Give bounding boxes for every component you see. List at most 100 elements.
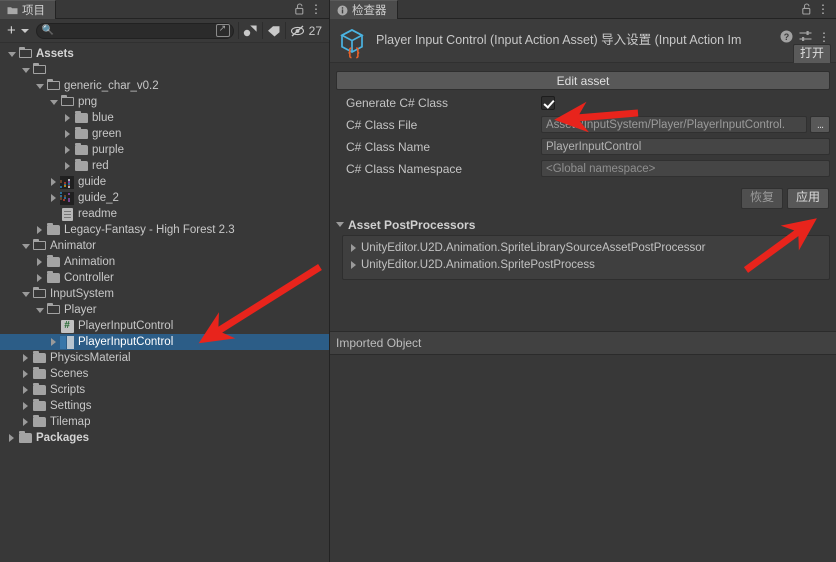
chevron-right-icon[interactable] <box>20 354 31 362</box>
chevron-right-icon[interactable] <box>20 386 31 394</box>
tree-row-png[interactable]: png <box>0 94 329 110</box>
chevron-down-icon[interactable] <box>20 243 31 249</box>
lock-open-icon[interactable] <box>802 3 812 15</box>
generate-csharp-class-checkbox[interactable] <box>541 95 555 110</box>
label-tag-icon[interactable] <box>264 22 284 40</box>
field-label: C# Class Name <box>346 139 431 154</box>
tree-row-player[interactable]: Player <box>0 302 329 318</box>
save-search-icon[interactable] <box>215 23 230 37</box>
tree-row-guide-2[interactable]: guide_2 <box>0 190 329 206</box>
tree-row-icon <box>59 335 75 349</box>
chevron-down-icon[interactable] <box>20 67 31 73</box>
chevron-right-icon[interactable] <box>48 194 59 202</box>
kebab-menu-icon[interactable]: ⋮ <box>310 3 322 15</box>
tree-row-animator[interactable]: Animator <box>0 238 329 254</box>
inspector-header-icons: ? ⋮ <box>780 25 830 43</box>
chevron-right-icon[interactable] <box>48 338 59 346</box>
input-action-asset-icon <box>60 335 74 349</box>
tree-row-assets[interactable]: Assets <box>0 46 329 62</box>
csharp-class-namespace-input[interactable]: <Global namespace> <box>541 160 830 177</box>
eye-crossed-icon[interactable] <box>287 22 309 40</box>
csharp-class-name-input[interactable]: PlayerInputControl <box>541 138 830 155</box>
tree-row-legacy-fantasy-high-forest-2-3[interactable]: Legacy-Fantasy - High Forest 2.3 <box>0 222 329 238</box>
tree-row-scripts[interactable]: Scripts <box>0 382 329 398</box>
project-asset-tree[interactable]: Assets generic_char_v0.2 png blue green purpl… <box>0 43 329 562</box>
folder-closed-icon <box>32 399 46 411</box>
tree-row-label: readme <box>78 208 117 220</box>
tree-row-purple[interactable]: purple <box>0 142 329 158</box>
tree-row-icon <box>31 383 47 395</box>
asset-postprocessors-title: Asset PostProcessors <box>348 217 476 232</box>
chevron-down-icon[interactable] <box>34 83 45 89</box>
chevron-down-icon[interactable] <box>6 51 17 57</box>
chevron-right-icon[interactable] <box>62 130 73 138</box>
postprocessor-item[interactable]: UnityEditor.U2D.Animation.SpriteLibraryS… <box>343 240 829 257</box>
tree-row-animation[interactable]: Animation <box>0 254 329 270</box>
postprocessor-item[interactable]: UnityEditor.U2D.Animation.SpritePostProc… <box>343 257 829 274</box>
chevron-down-icon[interactable] <box>20 291 31 297</box>
tree-row-inputsystem[interactable]: InputSystem <box>0 286 329 302</box>
tree-row-label: PhysicsMaterial <box>50 352 131 364</box>
lock-open-icon[interactable] <box>295 3 305 15</box>
kebab-menu-icon[interactable]: ⋮ <box>817 3 829 15</box>
tree-row-icon <box>59 95 75 107</box>
tree-row-blue[interactable]: blue <box>0 110 329 126</box>
revert-button[interactable]: 恢复 <box>740 188 783 209</box>
asset-postprocessors-header[interactable]: Asset PostProcessors <box>336 218 836 232</box>
tree-row-packages[interactable]: Packages <box>0 430 329 446</box>
chevron-right-icon[interactable] <box>351 244 356 253</box>
tab-project[interactable]: 项目 <box>0 0 56 19</box>
chevron-right-icon[interactable] <box>351 261 356 270</box>
tree-row-icon <box>31 63 47 75</box>
tree-row-readme[interactable]: readme <box>0 206 329 222</box>
chevron-right-icon[interactable] <box>62 146 73 154</box>
chevron-right-icon[interactable] <box>6 434 17 442</box>
tree-row-red[interactable]: red <box>0 158 329 174</box>
tree-row-icon <box>31 287 47 299</box>
tree-row-label: PlayerInputControl <box>78 320 174 332</box>
tree-row-label: purple <box>92 144 124 156</box>
search-input[interactable] <box>42 24 216 37</box>
apply-button[interactable]: 应用 <box>786 188 829 209</box>
chevron-right-icon[interactable] <box>20 418 31 426</box>
tree-row-guide[interactable]: guide <box>0 174 329 190</box>
kebab-menu-icon[interactable]: ⋮ <box>818 31 830 43</box>
tree-row-icon <box>45 303 61 315</box>
tree-row-controller[interactable]: Controller <box>0 270 329 286</box>
search-field-wrapper[interactable]: 🔍 <box>35 22 234 39</box>
tree-row-playerinputcontrol[interactable]: # PlayerInputControl <box>0 318 329 334</box>
chevron-right-icon[interactable] <box>48 178 59 186</box>
help-circle-icon[interactable]: ? <box>780 30 793 43</box>
tree-row-generic-char-v0-2[interactable]: generic_char_v0.2 <box>0 78 329 94</box>
preset-settings-icon[interactable] <box>799 30 812 43</box>
chevron-right-icon[interactable] <box>62 162 73 170</box>
tree-row-icon <box>45 271 61 283</box>
open-button[interactable]: 打开 <box>792 44 831 65</box>
chevron-right-icon[interactable] <box>20 402 31 410</box>
chevron-right-icon[interactable] <box>62 114 73 122</box>
inspector-panel: 检查器 ⋮ Player Input Control (Input Action… <box>330 0 836 562</box>
csharp-class-file-input[interactable]: Assets/InputSystem/Player/PlayerInputCon… <box>541 116 807 133</box>
chevron-down-icon[interactable] <box>34 307 45 313</box>
type-filter-icon[interactable] <box>240 22 261 40</box>
chevron-right-icon[interactable] <box>34 258 45 266</box>
tree-row-settings[interactable]: Settings <box>0 398 329 414</box>
tree-row-icon <box>59 175 75 189</box>
tree-row-unnamed[interactable] <box>0 62 329 78</box>
tree-row-scenes[interactable]: Scenes <box>0 366 329 382</box>
chevron-down-icon[interactable] <box>20 28 29 33</box>
tree-row-green[interactable]: green <box>0 126 329 142</box>
tab-inspector[interactable]: 检查器 <box>330 0 398 19</box>
create-asset-button[interactable]: + <box>2 22 19 40</box>
tree-row-icon <box>45 223 61 235</box>
chevron-right-icon[interactable] <box>34 274 45 282</box>
chevron-right-icon[interactable] <box>34 226 45 234</box>
tree-row-tilemap[interactable]: Tilemap <box>0 414 329 430</box>
chevron-down-icon[interactable] <box>48 99 59 105</box>
edit-asset-button[interactable]: Edit asset <box>336 71 830 90</box>
tree-row-label: red <box>92 160 109 172</box>
tree-row-playerinputcontrol[interactable]: PlayerInputControl <box>0 334 329 350</box>
chevron-right-icon[interactable] <box>20 370 31 378</box>
browse-file-button[interactable]: ... <box>810 116 830 133</box>
tree-row-physicsmaterial[interactable]: PhysicsMaterial <box>0 350 329 366</box>
